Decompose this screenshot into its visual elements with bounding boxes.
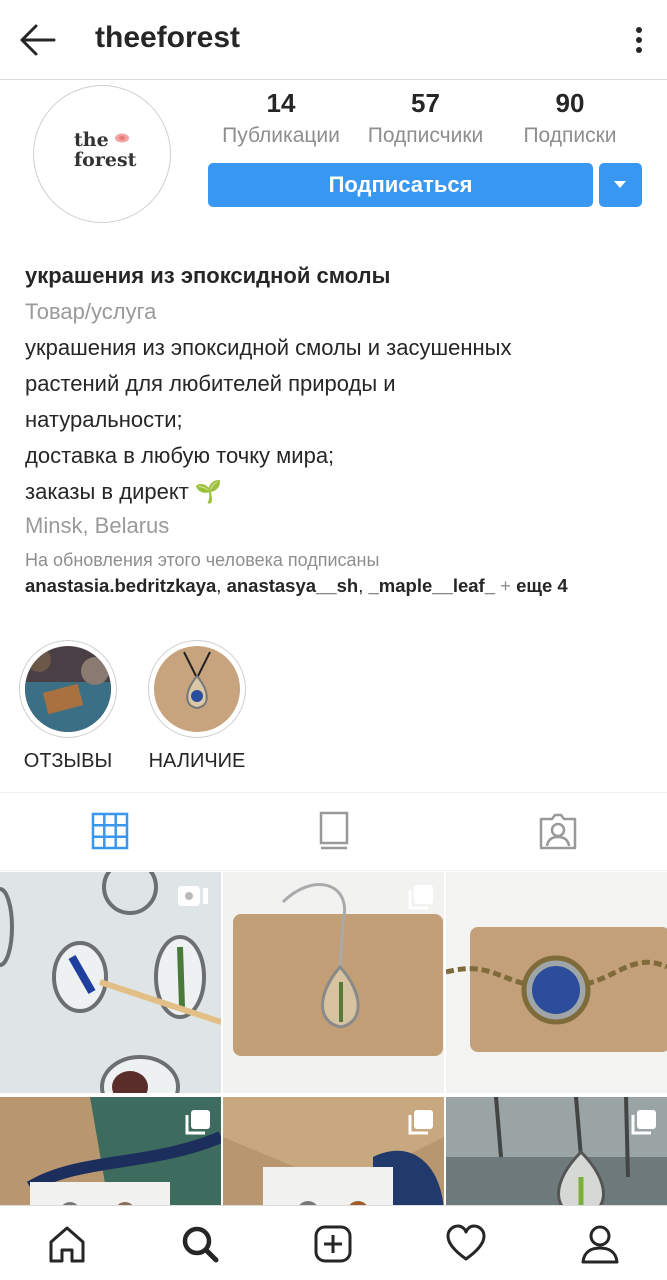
grid-icon	[91, 812, 129, 850]
bio-text-line: растений для любителей природы и	[25, 371, 396, 396]
tab-tagged[interactable]	[538, 811, 578, 851]
follower-username[interactable]: anastasya__sh	[227, 575, 359, 596]
following-stat[interactable]: 90 Подписки	[508, 86, 632, 148]
follower-username[interactable]: anastasia.bedritzkaya	[25, 575, 216, 596]
story-highlight[interactable]: ОТЗЫВЫ	[13, 640, 123, 773]
followed-more-link[interactable]: еще 4	[516, 575, 568, 596]
bio-text-line: украшения из эпоксидной смолы и засушенн…	[25, 335, 512, 360]
more-options-button[interactable]	[621, 20, 657, 60]
nav-profile-button[interactable]	[580, 1224, 620, 1264]
profile-tabs	[0, 793, 667, 871]
posts-label: Публикации	[222, 124, 340, 147]
following-label: Подписки	[523, 124, 617, 147]
followers-stat[interactable]: 57 Подписчики	[358, 86, 493, 148]
tab-grid[interactable]	[90, 811, 130, 851]
highlight-cover	[154, 646, 240, 732]
highlight-label: НАЛИЧИЕ	[148, 750, 246, 772]
bio-text-line: доставка в любую точку мира;	[25, 443, 335, 468]
profile-full-name: украшения из эпоксидной смолы	[25, 263, 391, 288]
carousel-icon	[631, 1110, 656, 1135]
suggestions-dropdown-button[interactable]	[599, 163, 642, 207]
profile-avatar[interactable]: the forest	[33, 85, 171, 223]
follow-button[interactable]: Подписаться	[208, 163, 593, 207]
profile-category: Товар/услуга	[25, 299, 157, 324]
profile-username: theeforest	[95, 21, 241, 54]
heart-icon	[446, 1224, 486, 1261]
post-thumbnail[interactable]	[223, 872, 444, 1093]
feed-icon	[319, 811, 349, 850]
carousel-icon	[408, 885, 433, 910]
carousel-icon	[408, 1110, 433, 1135]
follower-username[interactable]: _maple__leaf_	[369, 575, 496, 596]
story-highlight[interactable]: НАЛИЧИЕ	[142, 640, 252, 773]
highlight-ring	[148, 640, 246, 738]
nav-search-button[interactable]	[180, 1224, 220, 1264]
brand-logo: the forest	[74, 129, 137, 171]
followed-by-list[interactable]: anastasia.bedritzkaya, anastasya__sh, _m…	[25, 575, 568, 597]
followed-by-label: На обновления этого человека подписаны	[25, 550, 380, 570]
profile-location[interactable]: Minsk, Belarus	[25, 510, 645, 542]
top-bar: theeforest	[0, 0, 667, 80]
post-thumbnail[interactable]	[223, 1097, 444, 1212]
followers-label: Подписчики	[367, 124, 484, 147]
posts-stat[interactable]: 14 Публикации	[213, 86, 349, 148]
tagged-person-icon	[539, 813, 577, 850]
svg-text:the: the	[74, 129, 109, 151]
svg-text:forest: forest	[74, 149, 137, 171]
profile-page: theeforest the forest 14 Публикации 57 П…	[0, 0, 667, 1280]
following-count: 90	[555, 88, 585, 118]
post-thumbnail[interactable]	[446, 872, 667, 1093]
highlight-ring	[19, 640, 117, 738]
more-vertical-icon	[636, 27, 642, 53]
photo-grid	[0, 872, 667, 1212]
add-post-icon	[314, 1225, 352, 1263]
bottom-navigation	[0, 1205, 667, 1280]
nav-home-button[interactable]	[47, 1224, 87, 1264]
bio-text-line: заказы в директ 🌱	[25, 479, 223, 504]
nav-activity-button[interactable]	[446, 1224, 486, 1264]
arrow-left-icon	[20, 24, 56, 56]
followers-count: 57	[411, 88, 440, 118]
tab-feed[interactable]	[314, 811, 354, 851]
post-thumbnail[interactable]	[0, 872, 221, 1093]
post-thumbnail[interactable]	[446, 1097, 667, 1212]
back-button[interactable]	[14, 18, 62, 62]
chevron-down-icon	[614, 181, 626, 188]
posts-count: 14	[266, 88, 296, 118]
bio-text-line: натуральности;	[25, 407, 183, 432]
highlight-label: ОТЗЫВЫ	[23, 750, 113, 772]
search-icon	[182, 1226, 219, 1263]
video-icon	[178, 886, 208, 906]
home-icon	[49, 1226, 85, 1263]
carousel-icon	[185, 1110, 210, 1135]
profile-icon	[581, 1225, 619, 1264]
nav-add-post-button[interactable]	[313, 1224, 353, 1264]
highlight-cover	[25, 646, 111, 732]
profile-bio: украшения из эпоксидной смолы Товар/услу…	[25, 258, 645, 542]
post-thumbnail[interactable]	[0, 1097, 221, 1212]
